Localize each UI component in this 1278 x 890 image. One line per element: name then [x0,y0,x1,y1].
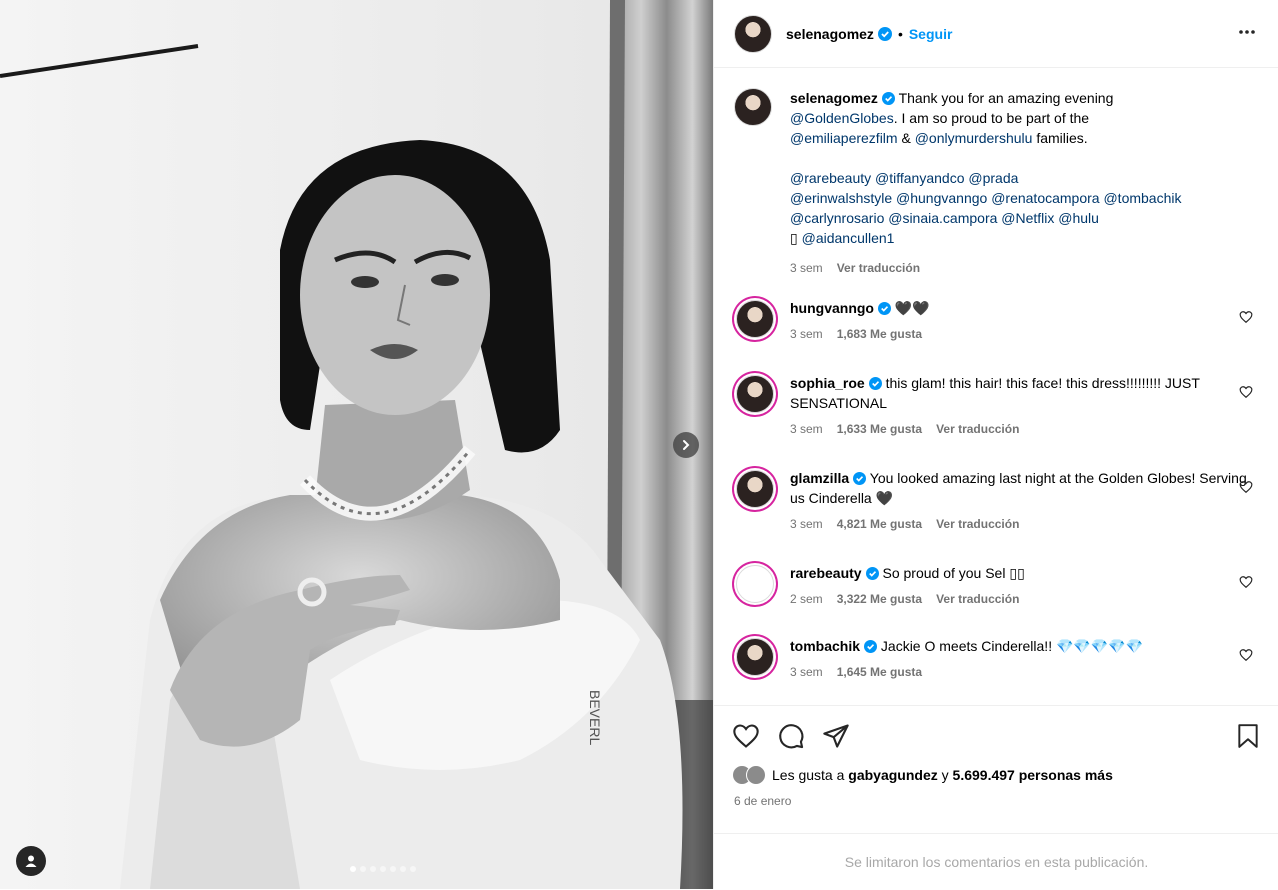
comment-text: 🖤🖤 [894,300,930,316]
avatar[interactable] [734,14,772,53]
heart-icon[interactable] [1239,648,1253,662]
heart-icon[interactable] [1239,575,1253,589]
tags-line[interactable]: @rarebeauty @tiffanyandco @prada [790,170,1018,186]
comment-username[interactable]: rarebeauty [790,565,862,581]
carousel-dot [400,866,406,872]
verified-badge-icon [881,92,895,105]
caption-text: families. [1036,130,1088,146]
likes-summary: Les gusta a gabyagundez y 5.699.497 pers… [732,765,1113,785]
carousel-dot [410,866,416,872]
verified-badge-icon [853,472,867,485]
avatar[interactable] [736,375,774,413]
verified-badge-icon [864,640,878,653]
emoji-glyph: ▯▯ [1009,565,1025,581]
comments-limited-notice: Se limitaron los comentarios en esta pub… [714,833,1278,890]
heart-icon[interactable] [1239,310,1253,324]
carousel-dot [390,866,396,872]
comment-time[interactable]: 3 sem [790,419,823,439]
carousel-dot [380,866,386,872]
avatar[interactable] [736,470,774,508]
comment-likes[interactable]: 1,633 Me gusta [837,419,922,439]
post-header: selenagomez • Seguir [714,0,1278,68]
likes-count[interactable]: 5.699.497 personas más [953,767,1113,783]
post-panel: selenagomez • Seguir selenagomez Thank y… [713,0,1278,889]
comment-username[interactable]: sophia_roe [790,375,865,391]
comments-list[interactable]: selenagomez Thank you for an amazing eve… [714,68,1278,704]
comment-time[interactable]: 3 sem [790,324,823,344]
comment-item: rarebeauty So proud of you Sel ▯▯ 2 sem … [734,563,1259,609]
caption-text: . I am so proud to be part of the [893,110,1090,126]
next-photo-button[interactable] [673,432,699,458]
translate-button[interactable]: Ver traducción [837,258,920,278]
svg-text:BEVERL: BEVERL [587,690,603,745]
heart-icon[interactable] [1239,385,1253,399]
verified-badge-icon [878,302,891,315]
tagged-users-button[interactable] [16,846,46,876]
tags-line[interactable]: @carlynrosario @sinaia.campora @Netflix … [790,210,1099,226]
verified-badge-icon [868,377,882,390]
comment-likes[interactable]: 4,821 Me gusta [837,514,922,534]
translate-button[interactable]: Ver traducción [936,514,1019,534]
author-username[interactable]: selenagomez [786,26,874,42]
caption-text: Thank you for an amazing evening [898,90,1114,106]
translate-button[interactable]: Ver traducción [936,419,1019,439]
share-icon[interactable] [822,722,850,750]
comment-time[interactable]: 2 sem [790,589,823,609]
avatar[interactable] [736,300,774,338]
comment-text: Jackie O meets Cinderella!! 💎💎💎💎💎 [880,638,1144,654]
instagram-post-modal: BEVERL selenagomez • Seguir selenagomez … [0,0,1278,889]
comment-username[interactable]: glamzilla [790,470,849,486]
follow-button[interactable]: Seguir [909,26,953,42]
tags-line[interactable]: @aidancullen1 [802,230,895,246]
post-media: BEVERL [0,0,713,889]
avatar[interactable] [736,565,774,603]
post-date[interactable]: 6 de enero [734,794,791,808]
post-actions [714,705,1278,766]
tags-line[interactable]: @erinwalshstyle @hungvanngo @renatocampo… [790,190,1182,206]
caption-username[interactable]: selenagomez [790,90,878,106]
mention-link[interactable]: @GoldenGlobes [790,110,894,126]
heart-icon[interactable] [1239,480,1253,494]
avatar[interactable] [734,88,772,126]
avatar [746,765,766,785]
comment-item: glamzilla You looked amazing last night … [734,468,1259,534]
chevron-right-icon [683,440,690,450]
user-tag-icon [25,855,37,867]
comment-text: So proud of you Sel [882,565,1010,581]
emoji-glyph: ▯ [790,230,798,246]
likes-middle: y [941,767,949,783]
comment-item: hungvanngo 🖤🖤 3 sem 1,683 Me gusta [734,298,1259,344]
caption-text: & [901,130,911,146]
likes-user[interactable]: gabyagundez [848,767,937,783]
separator: • [897,25,903,42]
comment-likes[interactable]: 1,645 Me gusta [837,662,922,682]
more-icon[interactable] [1237,22,1257,42]
post-photo: BEVERL [0,0,713,889]
comment-likes[interactable]: 1,683 Me gusta [837,324,922,344]
avatar[interactable] [736,638,774,676]
comment-time[interactable]: 3 sem [790,662,823,682]
comment-time[interactable]: 3 sem [790,258,823,278]
heart-icon[interactable] [732,722,760,750]
carousel-dot [350,866,356,872]
translate-button[interactable]: Ver traducción [936,589,1019,609]
comment-item: sophia_roe this glam! this hair! this fa… [734,373,1259,439]
comment-likes[interactable]: 3,322 Me gusta [837,589,922,609]
likes-prefix: Les gusta a [772,767,845,783]
comment-item: tombachik Jackie O meets Cinderella!! 💎💎… [734,636,1259,682]
comment-time[interactable]: 3 sem [790,514,823,534]
verified-badge-icon [877,26,892,41]
save-icon[interactable] [1235,722,1261,750]
comment-icon[interactable] [777,722,805,750]
caption: selenagomez Thank you for an amazing eve… [734,88,1259,278]
comment-username[interactable]: hungvanngo [790,300,874,316]
carousel-dot [360,866,366,872]
mention-link[interactable]: @onlymurdershulu [915,130,1033,146]
comment-username[interactable]: tombachik [790,638,860,654]
mention-link[interactable]: @emiliaperezfilm [790,130,898,146]
verified-badge-icon [865,567,879,580]
carousel-dots [350,866,416,872]
carousel-dot [370,866,376,872]
